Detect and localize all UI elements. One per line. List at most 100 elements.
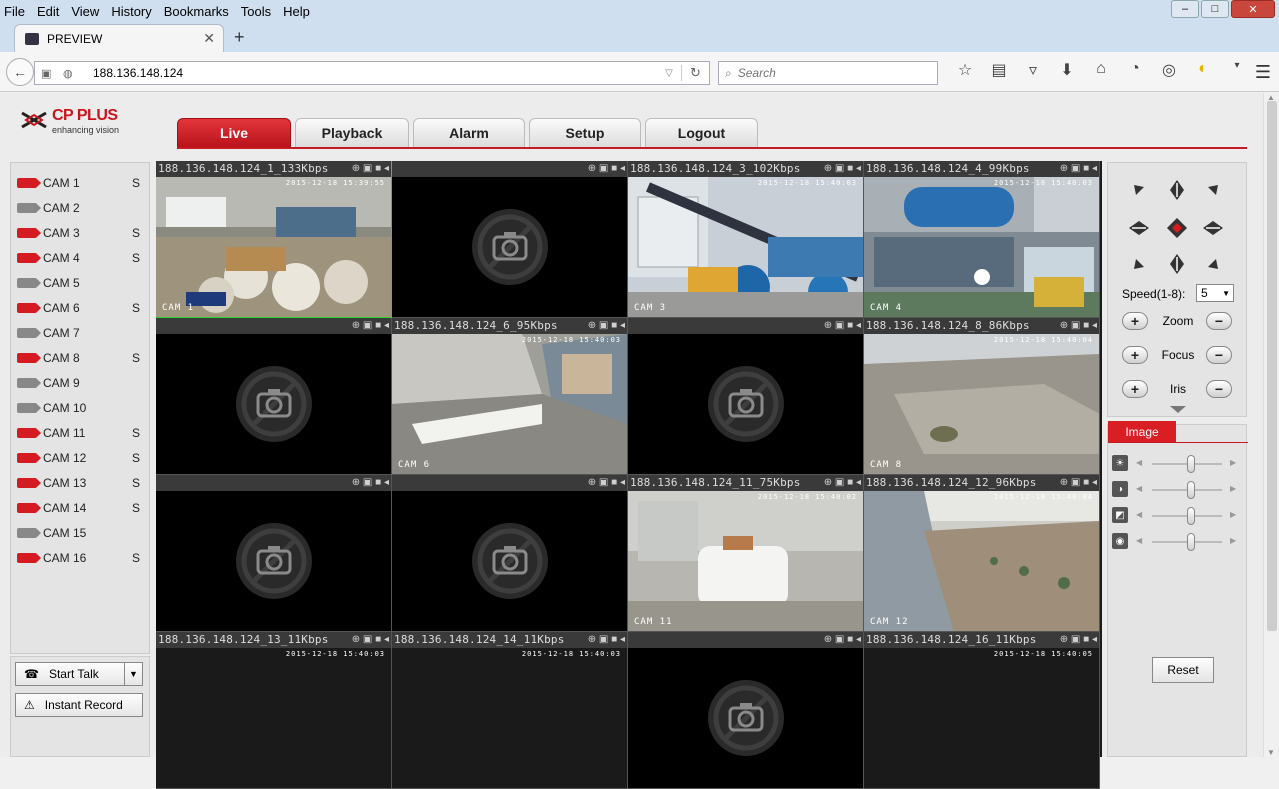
video-tile-2[interactable]: ⊕ ▣ ■ ◂ — [392, 161, 628, 318]
audio-icon[interactable]: ◂ — [620, 477, 625, 488]
scroll-down-icon[interactable]: ▼ — [1267, 748, 1275, 757]
zoom-icon[interactable]: ⊕ — [1060, 320, 1068, 331]
zoom-icon[interactable]: ⊕ — [824, 634, 832, 645]
zoom-out-button[interactable]: − — [1206, 312, 1232, 330]
tab-playback[interactable]: Playback — [295, 118, 409, 147]
zoom-icon[interactable]: ⊕ — [588, 477, 596, 488]
search-input[interactable] — [737, 66, 918, 80]
back-button[interactable]: ← — [6, 58, 34, 86]
camera-item-15[interactable]: CAM 15 — [17, 523, 142, 543]
video-tile-4[interactable]: 188.136.148.124_4_99Kbps ⊕ ▣ ■ ◂ 2015-12-1… — [864, 161, 1100, 318]
snapshot-icon[interactable]: ▣ — [835, 163, 844, 174]
audio-icon[interactable]: ◂ — [856, 634, 861, 645]
snapshot-icon[interactable]: ▣ — [599, 477, 608, 488]
camera-item-10[interactable]: CAM 10 — [17, 398, 142, 418]
video-tile-3[interactable]: 188.136.148.124_3_102Kbps ⊕ ▣ ■ ◂ 2015-12-… — [628, 161, 864, 318]
record-icon[interactable]: ■ — [847, 320, 853, 331]
browser-tab[interactable]: PREVIEW ✕ — [14, 24, 224, 52]
zoom-icon[interactable]: ⊕ — [1060, 634, 1068, 645]
slider-handle[interactable] — [1186, 533, 1195, 551]
record-icon[interactable]: ■ — [375, 320, 381, 331]
snapshot-icon[interactable]: ▣ — [835, 320, 844, 331]
menu-tools[interactable]: Tools — [241, 4, 271, 19]
speed-select[interactable]: 5 ▼ — [1196, 284, 1234, 302]
extension-icon[interactable]: ◐ — [1186, 60, 1220, 80]
snapshot-icon[interactable]: ▣ — [599, 163, 608, 174]
instant-record-button[interactable]: ⚠ Instant Record — [15, 693, 143, 717]
video-tile-6[interactable]: 188.136.148.124_6_95Kbps ⊕ ▣ ■ ◂ 2015-12-1… — [392, 318, 628, 475]
page-info-icon[interactable]: ▣ — [41, 67, 57, 80]
audio-icon[interactable]: ◂ — [384, 477, 389, 488]
pocket-icon[interactable]: ▿ — [1016, 60, 1050, 80]
ptz-right-button[interactable] — [1200, 215, 1226, 241]
addon-icon[interactable]: ◎ — [1152, 60, 1186, 80]
ptz-left-button[interactable] — [1126, 215, 1152, 241]
audio-icon[interactable]: ◂ — [620, 320, 625, 331]
video-tile-16[interactable]: 188.136.148.124_16_11Kbps ⊕ ▣ ■ ◂ 2015-12-… — [864, 632, 1100, 789]
reload-icon[interactable]: ↻ — [681, 65, 709, 81]
download-icon[interactable]: ⬇ — [1050, 60, 1084, 80]
zoom-icon[interactable]: ⊕ — [352, 634, 360, 645]
menu-help[interactable]: Help — [283, 4, 310, 19]
scrollbar-thumb[interactable] — [1267, 101, 1277, 631]
zoom-icon[interactable]: ⊕ — [352, 163, 360, 174]
expand-arrow-icon[interactable] — [1170, 406, 1186, 413]
camera-item-3[interactable]: CAM 3 S — [17, 223, 142, 243]
slider-handle[interactable] — [1186, 455, 1195, 473]
snapshot-icon[interactable]: ▣ — [599, 634, 608, 645]
slider-handle[interactable] — [1186, 481, 1195, 499]
video-tile-8[interactable]: 188.136.148.124_8_86Kbps ⊕ ▣ ■ ◂ 2015-12-1… — [864, 318, 1100, 475]
zoom-icon[interactable]: ⊕ — [824, 163, 832, 174]
close-window-button[interactable]: ✕ — [1231, 0, 1275, 18]
bookmark-star-icon[interactable]: ☆ — [948, 60, 982, 80]
reading-list-icon[interactable]: ▤ — [982, 60, 1016, 80]
slider-increase-icon[interactable]: ▶ — [1230, 458, 1236, 467]
zoom-icon[interactable]: ⊕ — [352, 320, 360, 331]
record-icon[interactable]: ■ — [375, 634, 381, 645]
menu-history[interactable]: History — [111, 4, 151, 19]
camera-item-13[interactable]: CAM 13 S — [17, 473, 142, 493]
record-icon[interactable]: ■ — [611, 320, 617, 331]
reset-button[interactable]: Reset — [1152, 657, 1214, 683]
ptz-down-left-button[interactable] — [1126, 251, 1152, 277]
zoom-icon[interactable]: ⊕ — [1060, 163, 1068, 174]
record-icon[interactable]: ■ — [847, 163, 853, 174]
tab-alarm[interactable]: Alarm — [413, 118, 525, 147]
zoom-icon[interactable]: ⊕ — [352, 477, 360, 488]
ptz-down-button[interactable] — [1164, 251, 1190, 277]
video-tile-12[interactable]: 188.136.148.124_12_96Kbps ⊕ ▣ ■ ◂ 2015-12-… — [864, 475, 1100, 632]
slider-decrease-icon[interactable]: ◀ — [1136, 458, 1142, 467]
menu-bookmarks[interactable]: Bookmarks — [164, 4, 229, 19]
slider-handle[interactable] — [1186, 507, 1195, 525]
audio-icon[interactable]: ◂ — [384, 163, 389, 174]
tab-live[interactable]: Live — [177, 118, 291, 147]
camera-item-8[interactable]: CAM 8 S — [17, 348, 142, 368]
record-icon[interactable]: ■ — [611, 477, 617, 488]
audio-icon[interactable]: ◂ — [1092, 163, 1097, 174]
url-dropdown-icon[interactable]: ▽ — [657, 68, 681, 79]
zoom-icon[interactable]: ⊕ — [588, 163, 596, 174]
page-scrollbar[interactable]: ▲ ▼ — [1263, 93, 1279, 757]
menu-view[interactable]: View — [71, 4, 99, 19]
camera-item-1[interactable]: CAM 1 S — [17, 173, 142, 193]
camera-item-6[interactable]: CAM 6 S — [17, 298, 142, 318]
camera-item-12[interactable]: CAM 12 S — [17, 448, 142, 468]
audio-icon[interactable]: ◂ — [620, 634, 625, 645]
snapshot-icon[interactable]: ▣ — [835, 634, 844, 645]
audio-icon[interactable]: ◂ — [856, 320, 861, 331]
ptz-up-button[interactable] — [1164, 177, 1190, 203]
camera-item-16[interactable]: CAM 16 S — [17, 548, 142, 568]
audio-icon[interactable]: ◂ — [1092, 477, 1097, 488]
tab-setup[interactable]: Setup — [529, 118, 641, 147]
hamburger-menu-icon[interactable]: ☰ — [1255, 62, 1271, 83]
slider-increase-icon[interactable]: ▶ — [1230, 510, 1236, 519]
zoom-icon[interactable]: ⊕ — [1060, 477, 1068, 488]
record-icon[interactable]: ■ — [847, 477, 853, 488]
focus-out-button[interactable]: − — [1206, 346, 1232, 364]
camera-item-4[interactable]: CAM 4 S — [17, 248, 142, 268]
maximize-button[interactable]: □ — [1201, 0, 1229, 18]
record-icon[interactable]: ■ — [611, 163, 617, 174]
url-bar[interactable]: ▣ ◍ 188.136.148.124 ▽ ↻ — [34, 61, 710, 85]
video-tile-1[interactable]: 188.136.148.124_1_133Kbps ⊕ ▣ ■ ◂ 2015-12-… — [156, 161, 392, 318]
snapshot-icon[interactable]: ▣ — [363, 163, 372, 174]
